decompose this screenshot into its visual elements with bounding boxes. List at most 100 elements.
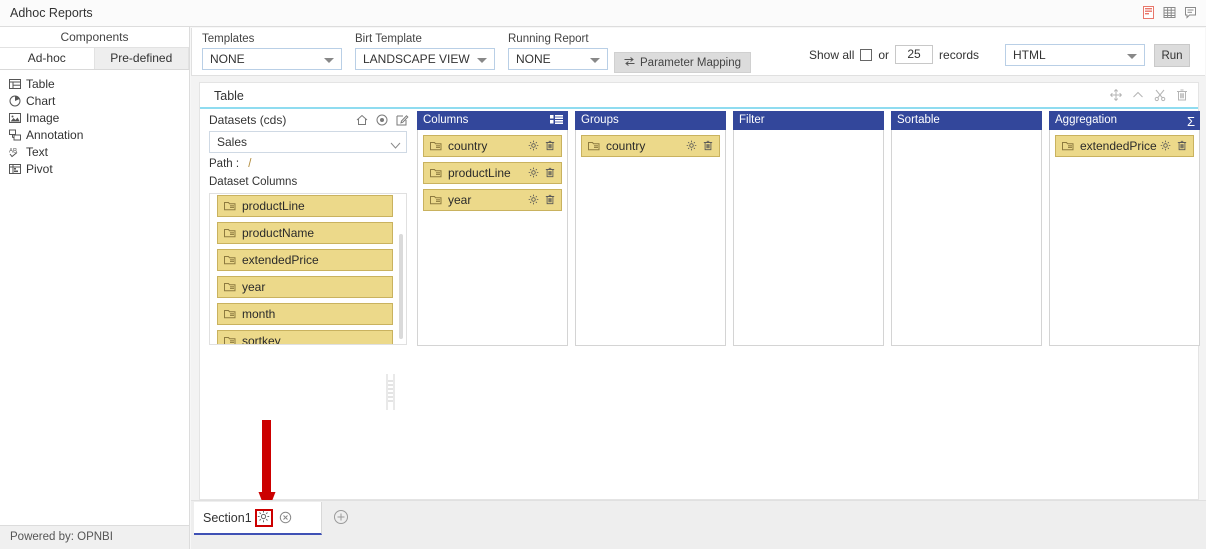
dataset-field-icon (224, 255, 236, 265)
bucket-sortable: Sortable (891, 111, 1042, 346)
datasets-panel: Datasets (cds) Sales Path: / Dataset Co… (208, 111, 412, 346)
birt-template-select[interactable]: LANDSCAPE VIEW (355, 48, 495, 70)
dataset-columns-inner: productLine productName extendedPrice year m… (217, 195, 393, 345)
section-tab-section1[interactable]: Section1 (194, 502, 322, 535)
move-icon[interactable] (1109, 88, 1122, 101)
sidebar-item-image[interactable]: Image (8, 109, 189, 126)
tab-pre-defined[interactable]: Pre-defined (94, 48, 189, 69)
field-delete-icon[interactable] (1176, 139, 1188, 151)
field-delete-icon[interactable] (544, 139, 556, 151)
chevron-down-icon (590, 58, 600, 63)
datasets-title: Datasets (cds) (209, 113, 287, 127)
add-section-icon[interactable] (333, 509, 349, 525)
dataset-column-item[interactable]: year (217, 276, 393, 298)
dataset-column-item[interactable]: extendedPrice (217, 249, 393, 271)
close-circle-icon[interactable] (279, 511, 293, 525)
parameter-mapping-button[interactable]: Parameter Mapping (614, 52, 751, 73)
gear-icon[interactable] (257, 510, 270, 526)
pdf-export-icon[interactable] (1140, 4, 1157, 21)
sidebar-item-text[interactable]: AB Text (8, 143, 189, 160)
dataset-column-label: year (242, 280, 266, 294)
bucket-field-item[interactable]: country (581, 135, 720, 157)
text-icon: AB (8, 145, 21, 158)
chevron-down-icon (1127, 54, 1137, 59)
sidebar-item-annotation[interactable]: Annotation (8, 126, 189, 143)
dataset-select[interactable]: Sales (209, 131, 407, 153)
comment-icon[interactable] (1182, 4, 1199, 21)
tab-ad-hoc[interactable]: Ad-hoc (0, 48, 95, 69)
field-settings-icon[interactable] (1159, 139, 1171, 151)
field-settings-icon[interactable] (527, 166, 539, 178)
dataset-column-item[interactable]: productName (217, 222, 393, 244)
field-settings-icon[interactable] (685, 139, 697, 151)
footer-text: Powered by: OPNBI (10, 531, 113, 543)
dataset-column-item[interactable]: productLine (217, 195, 393, 217)
bucket-field-item[interactable]: productLine (423, 162, 562, 184)
report-canvas: Table Datasets (cds) Sales Path: / Data… (191, 76, 1206, 500)
bucket-field-item[interactable]: year (423, 189, 562, 211)
sidebar-item-label: Annotation (26, 127, 84, 142)
bucket-sortable-body[interactable] (891, 130, 1042, 346)
annotation-icon (8, 128, 21, 141)
delete-icon[interactable] (1175, 88, 1188, 101)
field-settings-icon[interactable] (527, 139, 539, 151)
bucket-groups-header: Groups (575, 111, 726, 130)
sidebar-item-table[interactable]: Table (8, 75, 189, 92)
bucket-field-actions (527, 139, 556, 151)
list-settings-icon[interactable] (550, 114, 563, 133)
dataset-field-icon (430, 195, 442, 205)
bucket-field-item[interactable]: country (423, 135, 562, 157)
sidebar-item-label: Pivot (26, 161, 53, 176)
page-title: Adhoc Reports (10, 6, 93, 20)
bucket-groups-body[interactable]: country (575, 130, 726, 346)
field-delete-icon[interactable] (544, 193, 556, 205)
dataset-field-icon (224, 309, 236, 319)
run-button[interactable]: Run (1154, 44, 1190, 67)
sidebar-item-label: Text (26, 144, 49, 159)
chevron-up-icon[interactable] (1131, 88, 1144, 101)
bucket-aggregation-body[interactable]: extendedPrice (1049, 130, 1200, 346)
bucket-field-item[interactable]: extendedPrice (1055, 135, 1194, 157)
bucket-columns-body[interactable]: country productLine year (417, 130, 568, 346)
table-card-header: Table (200, 83, 1198, 109)
field-settings-icon[interactable] (527, 193, 539, 205)
dataset-path-label: Path : (209, 158, 240, 170)
dataset-columns-scrollbar[interactable] (399, 234, 403, 339)
field-delete-icon[interactable] (544, 166, 556, 178)
sigma-icon[interactable]: Σ (1187, 112, 1195, 131)
records-input[interactable]: 25 (895, 45, 934, 64)
templates-value: NONE (210, 52, 245, 66)
cut-icon[interactable] (1153, 88, 1166, 101)
field-delete-icon[interactable] (702, 139, 714, 151)
panel-splitter[interactable] (386, 374, 395, 410)
edit-icon[interactable] (395, 113, 409, 126)
bucket-groups-title: Groups (581, 114, 619, 126)
bucket-field-label: productLine (448, 166, 511, 180)
sidebar-item-label: Image (26, 110, 60, 125)
dataset-field-icon (1062, 141, 1074, 151)
running-report-select[interactable]: NONE (508, 48, 608, 70)
sidebar-item-chart[interactable]: Chart (8, 92, 189, 109)
dataset-field-icon (224, 228, 236, 238)
bucket-field-actions (527, 166, 556, 178)
dataset-column-item[interactable]: month (217, 303, 393, 325)
grid-view-icon[interactable] (1161, 4, 1178, 21)
dataset-column-item[interactable]: sortkey (217, 330, 393, 345)
home-icon[interactable] (355, 113, 368, 126)
sidebar-header: Components (0, 27, 189, 48)
bucket-columns: Columns country productLine year (417, 111, 568, 346)
running-report-field: Running Report NONE (508, 33, 608, 70)
bucket-filter-body[interactable] (733, 130, 884, 346)
footer-bar: Powered by: OPNBI (0, 525, 190, 549)
dataset-path: Path : / (209, 158, 251, 170)
dataset-column-label: sortkey (242, 334, 281, 345)
sidebar-item-pivot[interactable]: Pivot (8, 160, 189, 177)
table-card-title: Table (214, 89, 244, 103)
sidebar-tabs: Ad-hoc Pre-defined (0, 48, 189, 70)
bucket-field-label: year (448, 193, 472, 207)
show-all-checkbox[interactable] (860, 48, 873, 61)
output-format-select[interactable]: HTML (1005, 44, 1145, 66)
sidebar-item-label: Table (26, 76, 55, 91)
target-icon[interactable] (375, 113, 388, 126)
templates-select[interactable]: NONE (202, 48, 342, 70)
